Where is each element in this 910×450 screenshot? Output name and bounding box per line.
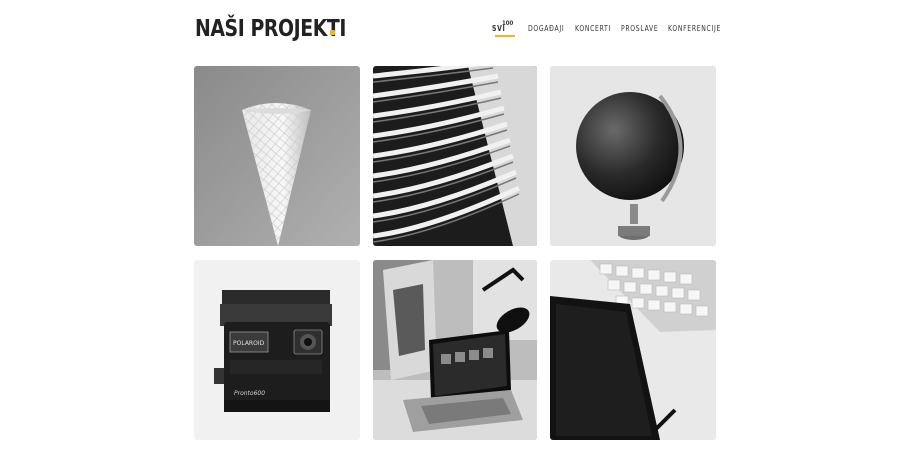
gallery-item-globe[interactable] [550, 66, 716, 246]
filter-concerts-label: KONCERTI [575, 24, 611, 33]
building-facade-image [373, 66, 537, 246]
title-accent-dot [330, 30, 335, 35]
filter-events-label: DOGAĐAJI [528, 24, 565, 33]
globe-image [550, 66, 716, 246]
ice-cream-cone-image [194, 66, 360, 246]
filter-celebrations[interactable]: PROSLAVE [621, 21, 665, 41]
gallery-item-ice-cream[interactable] [194, 66, 360, 246]
gallery-item-tablet[interactable] [550, 260, 716, 440]
polaroid-model-text: Pronto600 [234, 390, 265, 397]
filter-all-count: 100 [502, 20, 514, 27]
filter-events[interactable]: DOGAĐAJI [528, 21, 571, 41]
tablet-keyboard-image [550, 260, 716, 440]
filter-concerts[interactable]: KONCERTI [575, 21, 617, 41]
gallery-item-polaroid[interactable]: POLAROID Pronto600 [194, 260, 360, 440]
filter-celebrations-label: PROSLAVE [621, 24, 659, 33]
laptop-desk-lamp-image [373, 260, 537, 440]
filter-conferences[interactable]: KONFERENCIJE [668, 21, 730, 41]
polaroid-brand-text: POLAROID [233, 340, 265, 347]
gallery-item-laptop[interactable] [373, 260, 537, 440]
gallery-item-building[interactable] [373, 66, 537, 246]
polaroid-camera-image: POLAROID Pronto600 [194, 260, 360, 440]
page-title: NAŠI PROJEKTI [195, 16, 346, 42]
filter-all[interactable]: SVI 100 [492, 20, 515, 41]
active-filter-underline [495, 35, 515, 37]
filter-conferences-label: KONFERENCIJE [668, 24, 722, 33]
